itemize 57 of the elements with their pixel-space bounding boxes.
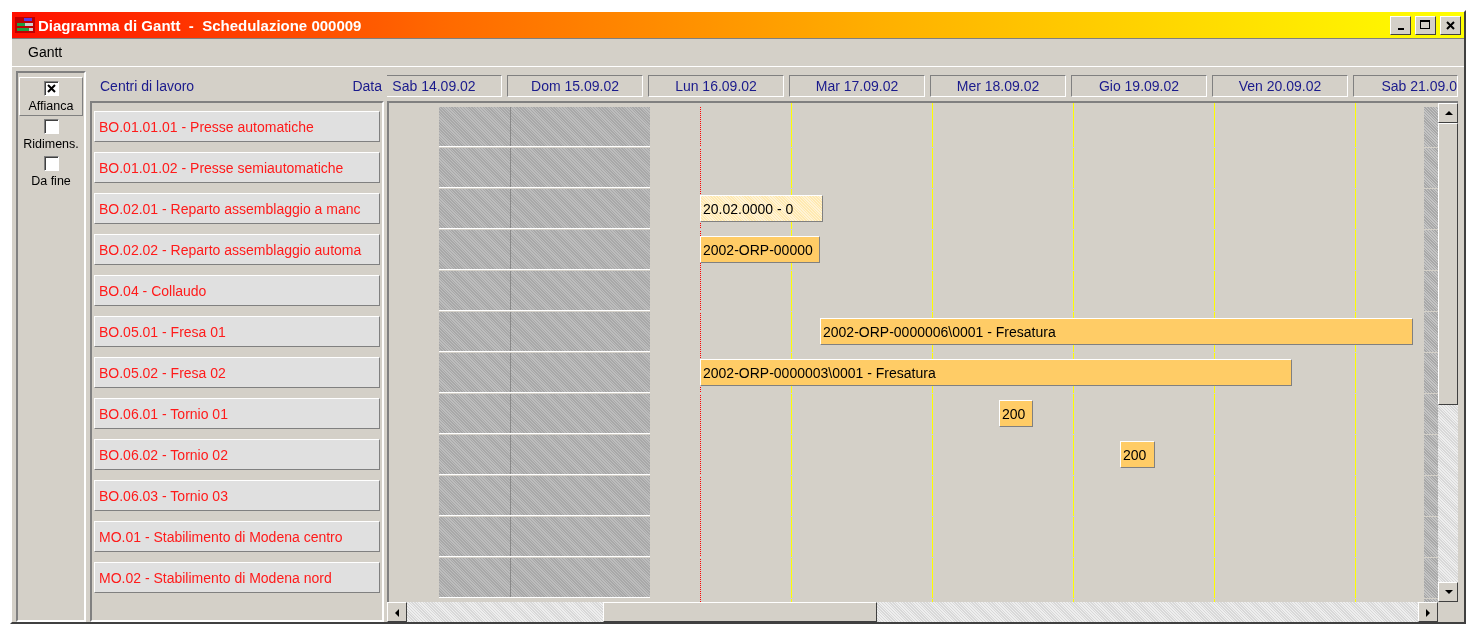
day-header: Mar 17.09.02: [789, 75, 925, 97]
day-header: Sab 21.09.0: [1353, 75, 1458, 97]
menu-item[interactable]: Gantt: [24, 44, 67, 60]
minimize-icon: [1397, 27, 1404, 30]
task-bar[interactable]: 200: [1120, 441, 1155, 468]
option-label: Da fine: [31, 174, 71, 188]
close-icon: [1446, 20, 1455, 30]
maximize-button[interactable]: [1415, 15, 1436, 35]
task-bar[interactable]: 2002-ORP-0000006\0001 - Fresatura: [820, 318, 1413, 345]
option-tab[interactable]: Da fine: [19, 153, 83, 190]
day-header: Ven 20.09.02: [1212, 75, 1348, 97]
scroll-thumb[interactable]: [603, 602, 877, 622]
scroll-thumb[interactable]: [1438, 123, 1458, 405]
option-tab[interactable]: Ridimens.: [19, 116, 83, 153]
scroll-down-button[interactable]: [1438, 582, 1458, 602]
resource-button[interactable]: BO.02.02 - Reparto assemblaggio automa: [94, 234, 380, 265]
maximize-icon: [1420, 20, 1431, 30]
window-title: Diagramma di Gantt - Schedulazione 000009: [38, 16, 363, 34]
resource-button[interactable]: BO.01.01.02 - Presse semiautomatiche: [94, 152, 380, 183]
option-tab[interactable]: Affianca: [19, 77, 83, 116]
option-label: Ridimens.: [23, 137, 79, 151]
task-bar[interactable]: 200: [999, 400, 1033, 427]
scroll-up-button[interactable]: [1438, 103, 1458, 123]
column-header: Centri di lavoro: [100, 78, 195, 94]
resource-button[interactable]: BO.01.01.01 - Presse automatiche: [94, 111, 380, 142]
horizontal-scrollbar[interactable]: [387, 602, 1438, 622]
checkbox[interactable]: [43, 119, 59, 134]
checkbox[interactable]: [43, 81, 59, 96]
close-button[interactable]: [1440, 15, 1461, 35]
resource-button[interactable]: BO.02.01 - Reparto assemblaggio a manc: [94, 193, 380, 224]
resource-button[interactable]: BO.05.02 - Fresa 02: [94, 357, 380, 388]
resource-button[interactable]: BO.06.03 - Tornio 03: [94, 480, 380, 511]
down-arrow-icon: [1443, 587, 1453, 597]
up-arrow-icon: [1443, 108, 1453, 118]
day-header: Mer 18.09.02: [930, 75, 1066, 97]
resource-button[interactable]: BO.06.01 - Tornio 01: [94, 398, 380, 429]
resource-button[interactable]: BO.06.02 - Tornio 02: [94, 439, 380, 470]
scroll-right-button[interactable]: [1418, 602, 1438, 622]
vertical-scrollbar[interactable]: [1438, 103, 1458, 602]
task-bar[interactable]: 20.02.0000 - 0: [700, 195, 823, 222]
resource-button[interactable]: BO.04 - Collaudo: [94, 275, 380, 306]
column-header: Data: [352, 78, 382, 94]
day-header: Gio 19.09.02: [1071, 75, 1207, 97]
checkbox[interactable]: [43, 156, 59, 171]
option-label: Affianca: [28, 99, 74, 113]
resource-button[interactable]: MO.02 - Stabilimento di Modena nord: [94, 562, 380, 593]
day-header: Sab 14.09.02: [387, 75, 502, 97]
day-header: Dom 15.09.02: [507, 75, 643, 97]
resource-button[interactable]: BO.05.01 - Fresa 01: [94, 316, 380, 347]
task-bar[interactable]: 2002-ORP-0000003\0001 - Fresatura: [700, 359, 1292, 386]
resource-button[interactable]: MO.01 - Stabilimento di Modena centro: [94, 521, 380, 552]
day-header: Lun 16.09.02: [648, 75, 784, 97]
gantt-app-icon: [14, 15, 36, 35]
task-bar[interactable]: 2002-ORP-00000: [700, 236, 820, 263]
right-arrow-icon: [1423, 607, 1433, 617]
scroll-left-button[interactable]: [387, 602, 407, 622]
minimize-button[interactable]: [1390, 15, 1411, 35]
